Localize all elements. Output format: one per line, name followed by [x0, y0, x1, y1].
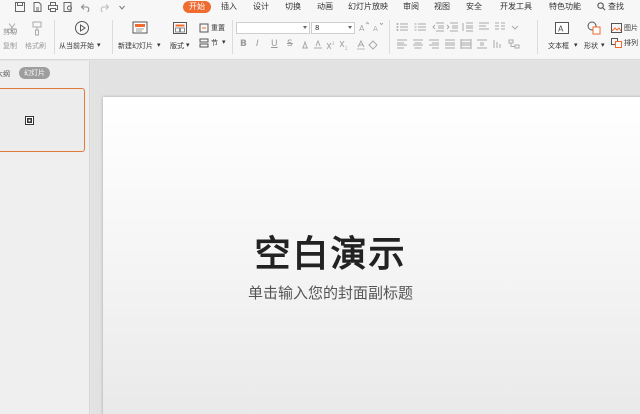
title-menu-bar: 开始 插入 设计 切换 动画 幻灯片放映 审阅 视图 安全 开发工具 特色功能 … — [0, 0, 640, 14]
smartart-icon[interactable] — [508, 39, 520, 49]
slide[interactable]: 空白演示 单击输入您的封面副标题 — [103, 97, 640, 414]
arrange-icon[interactable] — [611, 38, 622, 48]
increase-indent-icon[interactable] — [446, 22, 458, 32]
bullets-icon[interactable] — [396, 22, 408, 32]
align-right-icon[interactable] — [428, 39, 440, 49]
reset-icon[interactable] — [199, 23, 209, 33]
reset-button[interactable]: 重置 — [211, 23, 225, 33]
tab-animations[interactable]: 动画 — [317, 0, 333, 14]
line-spacing-icon[interactable] — [461, 22, 473, 32]
section-dropdown-icon[interactable]: ▾ — [222, 38, 226, 46]
textbox-button[interactable]: 文本框 — [548, 41, 569, 51]
justify-icon[interactable] — [444, 39, 456, 49]
thumbnail-placeholder-icon — [25, 116, 34, 125]
more-paragraph-icon[interactable] — [510, 22, 520, 32]
text-rotate-icon[interactable] — [492, 39, 504, 49]
play-from-current-button[interactable]: 从当前开始 — [59, 41, 94, 51]
shape-button[interactable]: 形状 — [584, 41, 598, 51]
new-slide-button[interactable]: 新建幻灯片 — [118, 41, 153, 51]
new-slide-dropdown-icon[interactable]: ▾ — [157, 41, 161, 49]
superscript-icon[interactable]: 2 — [326, 40, 336, 50]
output-pdf-icon[interactable] — [31, 1, 43, 13]
save-icon[interactable] — [14, 1, 26, 13]
subscript-icon[interactable]: 2 — [339, 40, 349, 50]
textbox-dropdown-icon[interactable]: ▾ — [574, 41, 578, 49]
copy-label[interactable]: 复制 — [3, 41, 17, 51]
tab-slideshow[interactable]: 幻灯片放映 — [348, 0, 388, 14]
layout-button[interactable]: 版式 — [170, 41, 184, 51]
tab-transitions[interactable]: 切换 — [285, 0, 301, 14]
svg-text:2: 2 — [332, 41, 335, 46]
textbox-icon[interactable]: A — [554, 21, 570, 35]
print-preview-icon[interactable] — [62, 1, 74, 13]
section-icon[interactable] — [199, 38, 209, 48]
align-center-icon[interactable] — [412, 39, 424, 49]
bold-button[interactable]: B — [240, 39, 247, 49]
customize-toolbar-icon[interactable] — [116, 1, 128, 13]
numbering-icon[interactable] — [414, 22, 426, 32]
align-left-icon[interactable] — [396, 39, 408, 49]
tab-home[interactable]: 开始 — [183, 1, 211, 13]
decrease-indent-icon[interactable] — [432, 22, 444, 32]
redo-icon[interactable] — [98, 1, 110, 13]
shape-dropdown-icon[interactable]: ▾ — [601, 41, 605, 49]
vertical-align-icon[interactable] — [476, 39, 488, 49]
tab-design[interactable]: 设计 — [253, 0, 269, 14]
font-color-icon[interactable] — [356, 40, 366, 50]
tab-review[interactable]: 审阅 — [403, 0, 419, 14]
tab-insert[interactable]: 插入 — [221, 0, 237, 14]
shape-icon[interactable] — [586, 20, 602, 36]
search-label: 查找 — [608, 2, 624, 11]
arrange-button[interactable]: 排列 — [624, 38, 638, 48]
clear-format-icon[interactable] — [368, 40, 378, 50]
print-icon[interactable] — [47, 1, 59, 13]
tab-developer[interactable]: 开发工具 — [500, 0, 532, 14]
cut-label[interactable]: 剪切 — [3, 27, 17, 37]
tab-view[interactable]: 视图 — [434, 0, 450, 14]
tab-security[interactable]: 安全 — [466, 0, 482, 14]
text-direction-icon[interactable] — [478, 22, 490, 32]
format-painter-label[interactable]: 格式刷 — [25, 41, 46, 51]
text-shadow-icon[interactable] — [300, 40, 310, 50]
ribbon: 剪切 复制 格式刷 从当前开始 ▾ 新建幻灯片 ▾ 版式 ▾ 重置 节 ▾ 8 … — [0, 14, 640, 60]
tab-outline[interactable]: 大纲 — [0, 69, 10, 79]
slide-title[interactable]: 空白演示 — [13, 225, 448, 277]
increase-font-icon[interactable]: A — [358, 22, 369, 33]
slide-thumbnail[interactable] — [0, 88, 85, 152]
strikethrough-button[interactable]: S — [287, 39, 293, 49]
svg-text:A: A — [359, 24, 365, 33]
section-button[interactable]: 节 — [211, 38, 218, 48]
layout-icon[interactable] — [172, 21, 188, 35]
tab-slides[interactable]: 幻灯片 — [19, 67, 50, 79]
slide-subtitle[interactable]: 单击输入您的封面副标题 — [13, 282, 448, 303]
svg-text:2: 2 — [345, 46, 348, 50]
picture-icon[interactable] — [611, 23, 622, 33]
picture-button[interactable]: 图片 — [624, 23, 638, 33]
undo-icon[interactable] — [80, 1, 92, 13]
font-size-select[interactable]: 8 — [311, 22, 355, 34]
slide-editing-area: 空白演示 单击输入您的封面副标题 — [91, 61, 640, 414]
font-size-value: 8 — [315, 24, 320, 32]
distributed-align-icon[interactable] — [460, 39, 472, 49]
format-painter-icon[interactable] — [30, 20, 44, 36]
play-icon[interactable] — [74, 20, 90, 36]
char-spacing-icon[interactable] — [313, 40, 323, 50]
play-dropdown-icon[interactable]: ▾ — [97, 41, 101, 49]
layout-dropdown-icon[interactable]: ▾ — [186, 41, 190, 49]
decrease-font-icon[interactable]: A — [372, 22, 383, 33]
new-slide-icon[interactable] — [131, 20, 149, 36]
search-icon — [597, 2, 606, 11]
underline-button[interactable]: U — [271, 39, 278, 49]
font-family-select[interactable] — [236, 22, 310, 34]
tab-special-features[interactable]: 特色功能 — [549, 0, 581, 14]
svg-text:A: A — [558, 25, 564, 34]
columns-icon[interactable] — [494, 22, 506, 32]
svg-text:A: A — [373, 25, 378, 33]
italic-button[interactable]: I — [256, 39, 259, 49]
